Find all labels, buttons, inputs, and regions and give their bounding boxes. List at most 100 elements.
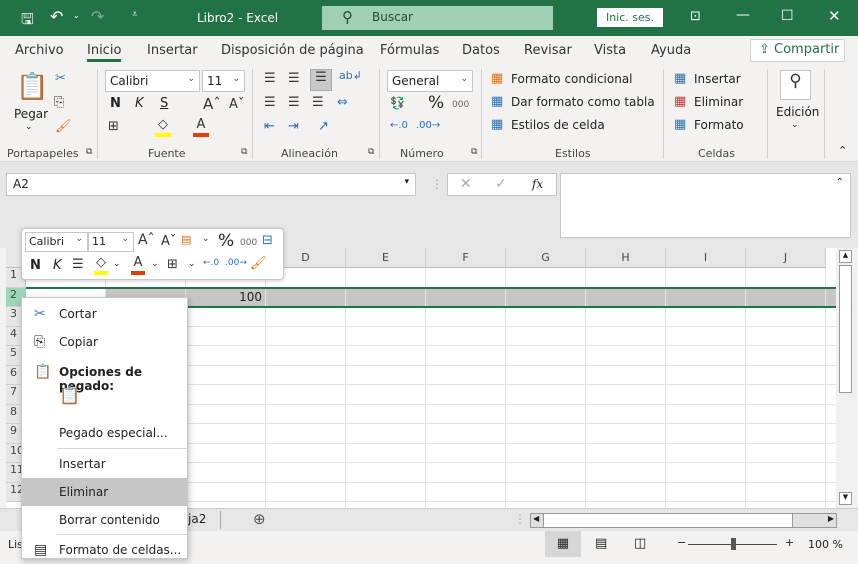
menu-item-cortar[interactable]: ✂ Cortar — [22, 300, 187, 328]
page-layout-icon[interactable]: ▤ — [595, 536, 607, 551]
dialog-launcher-icon[interactable]: ⧉ — [471, 147, 477, 157]
menu-item-pegado-especial[interactable]: Pegado especial... — [22, 419, 187, 447]
dialog-launcher-icon[interactable]: ⧉ — [241, 147, 247, 157]
split-handle[interactable]: ⋮ — [514, 512, 526, 526]
increase-indent-icon[interactable]: ⇥ — [288, 119, 299, 134]
italic-button[interactable]: K — [135, 96, 144, 111]
cut-icon[interactable]: ✂ — [55, 71, 66, 86]
format-painter-icon[interactable]: 🖌 — [55, 119, 72, 134]
wrap-text-icon[interactable]: ab↲ — [339, 69, 362, 82]
ribbon-display-icon[interactable]: ⊡ — [690, 9, 701, 24]
dialog-launcher-icon[interactable]: ⧉ — [368, 147, 374, 157]
format-painter-icon[interactable]: 🖌 — [250, 256, 267, 271]
drag-handle[interactable]: ⋮ — [431, 177, 443, 191]
horizontal-scrollbar[interactable]: ◀ ▶ — [530, 513, 837, 528]
bold-button[interactable]: N — [110, 96, 121, 111]
column-header-f[interactable]: F — [426, 248, 506, 268]
column-header-g[interactable]: G — [506, 248, 586, 268]
format-as-table-button[interactable]: Dar formato como tabla — [511, 95, 655, 109]
number-format-select[interactable]: General ⌄ — [387, 70, 473, 92]
collapse-ribbon-icon[interactable]: ⌃ — [838, 144, 847, 157]
align-top-icon[interactable]: ☰ — [264, 71, 276, 86]
scroll-down-icon[interactable]: ▼ — [839, 492, 852, 505]
underline-button[interactable]: S — [160, 96, 168, 111]
menu-item-eliminar[interactable]: Eliminar — [22, 478, 187, 506]
chevron-down-icon[interactable]: ⌄ — [202, 234, 210, 244]
decrease-indent-icon[interactable]: ⇤ — [264, 119, 275, 134]
paste-dropdown-icon[interactable]: ⌄ — [25, 122, 33, 132]
tab-inicio[interactable]: Inicio — [87, 43, 122, 62]
cell-styles-icon[interactable]: ▦ — [491, 117, 503, 132]
menu-item-insertar[interactable]: Insertar — [22, 450, 187, 478]
normal-view-icon[interactable]: ▦ — [545, 531, 581, 557]
borders-icon[interactable]: ⊞ — [167, 257, 178, 272]
zoom-slider-thumb[interactable] — [730, 538, 736, 550]
name-box[interactable]: A2 ▾ — [6, 173, 416, 196]
column-header-i[interactable]: I — [666, 248, 746, 268]
italic-button[interactable]: K — [53, 258, 62, 273]
editing-button[interactable]: Edición — [776, 105, 819, 119]
align-center-icon[interactable]: ☰ — [72, 257, 84, 272]
decrease-decimal-icon[interactable]: .00→ — [225, 258, 247, 268]
column-header-j[interactable]: J — [746, 248, 826, 268]
font-name-select[interactable]: Calibri ⌄ — [105, 70, 200, 92]
decrease-decimal-icon[interactable]: .00→ — [416, 120, 440, 131]
menu-item-borrar-contenido[interactable]: Borrar contenido — [22, 506, 187, 534]
cell-styles-button[interactable]: Estilos de celda — [511, 118, 605, 132]
fill-color-icon[interactable]: ◇ — [94, 255, 108, 275]
increase-decimal-icon[interactable]: ←.0 — [203, 258, 219, 268]
format-table-icon[interactable]: ▦ — [491, 94, 503, 109]
align-right-icon[interactable]: ☰ — [312, 95, 324, 110]
copy-icon[interactable]: ⎘ — [54, 95, 64, 110]
percent-button[interactable]: % — [218, 231, 234, 251]
close-button[interactable]: ✕ — [828, 7, 841, 25]
scroll-up-icon[interactable]: ▲ — [839, 250, 852, 263]
insert-cells-button[interactable]: Insertar — [694, 72, 741, 86]
paste-button[interactable]: Pegar — [14, 107, 48, 121]
currency-icon[interactable]: ▤ — [181, 233, 191, 246]
vertical-scrollbar[interactable]: ▲ ▼ — [836, 248, 856, 508]
tab-ayuda[interactable]: Ayuda — [651, 43, 691, 58]
chevron-down-icon[interactable]: ⌄ — [151, 259, 159, 269]
percent-button[interactable]: % — [428, 93, 444, 113]
decrease-font-icon[interactable]: Aˇ — [229, 97, 244, 112]
thousands-button[interactable]: 000 — [452, 100, 469, 110]
column-header-h[interactable]: H — [586, 248, 666, 268]
tab-archivo[interactable]: Archivo — [15, 43, 64, 58]
merge-center-icon[interactable]: ⊟ — [262, 233, 273, 248]
mini-font-select[interactable]: Calibri ⌄ — [25, 232, 88, 252]
scroll-right-icon[interactable]: ▶ — [828, 514, 834, 523]
share-button[interactable]: ⇪ Compartir — [750, 39, 845, 62]
chevron-down-icon[interactable]: ⌄ — [188, 259, 196, 269]
editing-search-icon[interactable]: ⚲ — [780, 70, 811, 100]
insert-function-button[interactable]: fx — [532, 177, 543, 191]
merge-center-icon[interactable]: ⇔ — [337, 95, 348, 110]
page-break-icon[interactable]: ◫ — [634, 536, 646, 551]
orientation-icon[interactable]: ↗ — [318, 119, 329, 134]
borders-icon[interactable]: ⊞ — [108, 119, 119, 134]
format-cells-icon[interactable]: ▦ — [674, 117, 686, 132]
minimize-button[interactable]: — — [736, 7, 750, 23]
scrollbar-thumb[interactable] — [839, 265, 852, 393]
menu-item-formato-celdas[interactable]: ▤ Formato de celdas... — [22, 536, 187, 564]
save-icon[interactable]: 🖫 — [21, 9, 34, 34]
undo-dropdown-icon[interactable]: ⌄ — [73, 11, 80, 20]
increase-font-icon[interactable]: Aˆ — [138, 232, 155, 248]
bold-button[interactable]: N — [30, 258, 41, 273]
tab-formulas[interactable]: Fórmulas — [380, 43, 439, 58]
chevron-down-icon[interactable]: ⌄ — [113, 259, 121, 269]
thousands-button[interactable]: 000 — [240, 238, 257, 248]
paste-keep-text-icon[interactable]: 📋 — [59, 386, 83, 414]
currency-icon[interactable]: 💱 — [390, 96, 405, 110]
conditional-format-icon[interactable]: ▦ — [491, 71, 503, 86]
zoom-level[interactable]: 100 % — [808, 538, 843, 551]
search-box[interactable]: ⚲ Buscar — [322, 6, 553, 30]
sheet-tab[interactable]: ja2 — [188, 512, 206, 526]
undo-icon[interactable]: ↶ — [50, 7, 63, 26]
maximize-button[interactable]: ☐ — [781, 8, 794, 24]
font-color-icon[interactable]: A — [193, 117, 209, 137]
tab-revisar[interactable]: Revisar — [524, 43, 572, 58]
delete-cells-icon[interactable]: ▦ — [674, 94, 686, 109]
conditional-format-button[interactable]: Formato condicional — [511, 72, 633, 86]
delete-cells-button[interactable]: Eliminar — [694, 95, 743, 109]
